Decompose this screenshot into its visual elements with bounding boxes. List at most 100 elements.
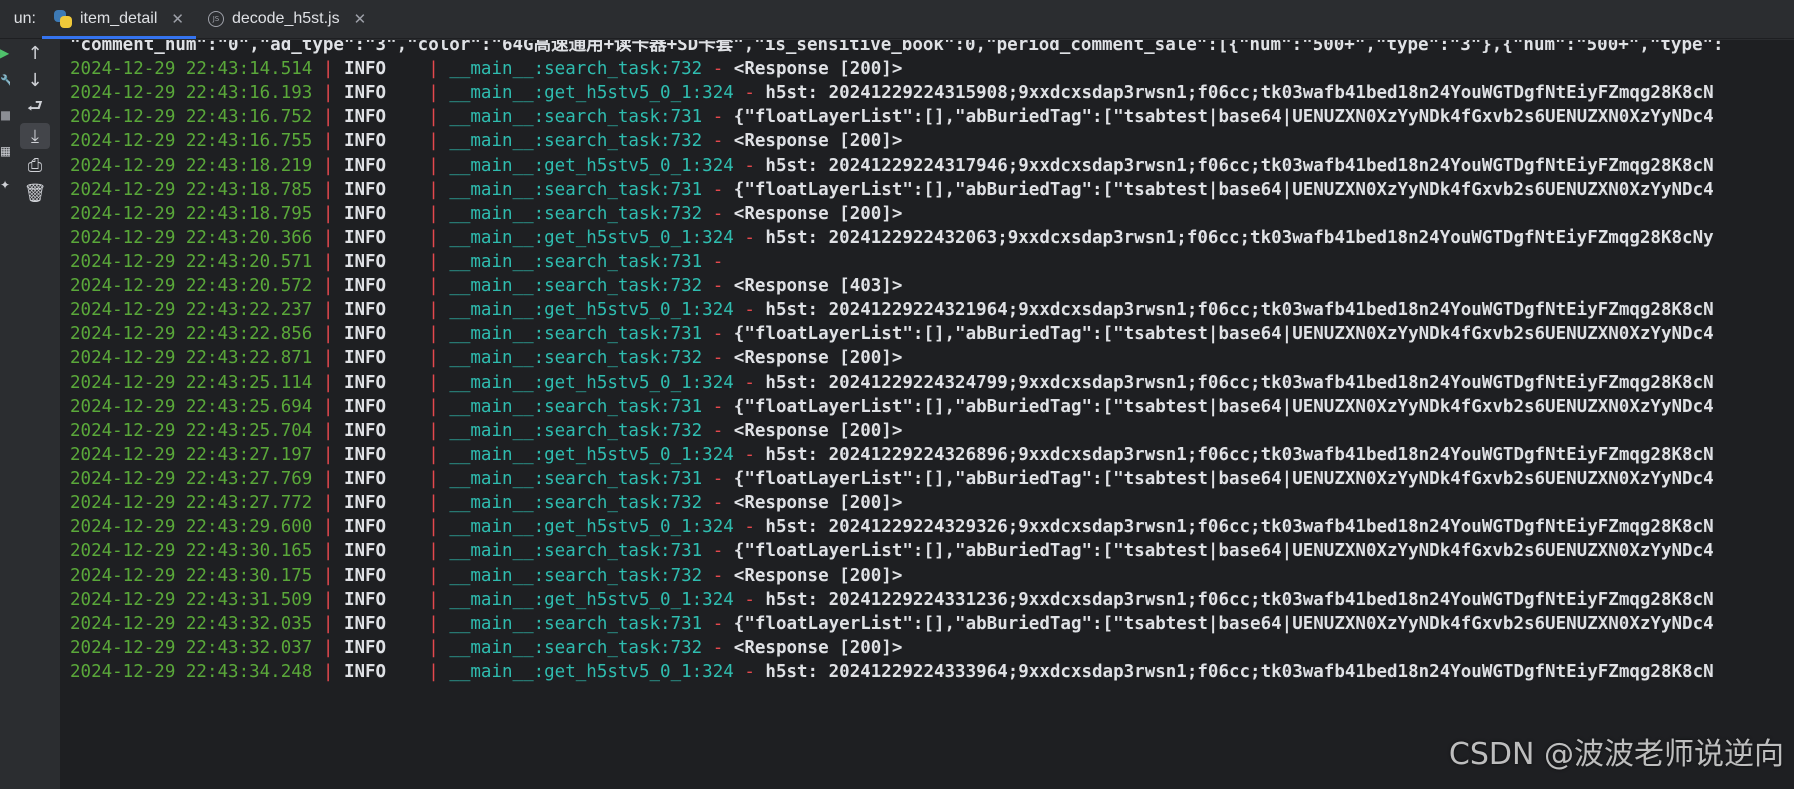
- rerun-icon[interactable]: ▶: [0, 46, 10, 60]
- log-separator: |: [386, 372, 450, 393]
- log-separator: |: [386, 179, 450, 200]
- log-level: INFO: [343, 517, 387, 538]
- close-icon[interactable]: ✕: [354, 10, 367, 28]
- log-message: <Response [403]>: [733, 276, 903, 297]
- log-separator: |: [386, 107, 450, 128]
- log-line: 2024-12-29 22:43:32.035 | INFO | __main_…: [70, 611, 1714, 638]
- log-message: {"floatLayerList":[],"abBuriedTag":["tsa…: [733, 324, 1714, 345]
- log-module: __main__:get_h5stv5_0_1:324: [449, 372, 734, 393]
- log-message: <Response [200]>: [733, 420, 903, 441]
- log-separator: |: [312, 155, 344, 176]
- log-line: 2024-12-29 22:43:25.114 | INFO | __main_…: [70, 370, 1714, 397]
- log-dash: -: [702, 59, 734, 79]
- log-level: INFO: [343, 662, 387, 682]
- log-separator: |: [386, 541, 450, 562]
- log-timestamp: 2024-12-29 22:43:25.694: [70, 396, 313, 417]
- log-message: h5st: 20241229224326896;9xxdcxsdap3rwsn1…: [765, 444, 1714, 465]
- soft-wrap-icon[interactable]: ⮐: [20, 96, 50, 122]
- log-timestamp: 2024-12-29 22:43:14.514: [70, 59, 313, 79]
- log-message: <Response [200]>: [733, 203, 903, 224]
- log-separator: |: [312, 203, 344, 224]
- log-separator: |: [312, 83, 344, 104]
- log-message: h5st: 20241229224333964;9xxdcxsdap3rwsn1…: [765, 662, 1714, 682]
- run-tab-bar: un: item_detail ✕ JS decode_h5st.js ✕: [0, 0, 1794, 39]
- log-level: INFO: [343, 83, 387, 104]
- log-dash: -: [702, 107, 734, 128]
- log-separator: |: [386, 59, 450, 79]
- log-separator: |: [386, 83, 450, 104]
- log-line: 2024-12-29 22:43:18.785 | INFO | __main_…: [70, 177, 1714, 204]
- console-output[interactable]: "comment_num":"0","ad_type":"3","color":…: [60, 40, 1794, 789]
- log-dash: -: [733, 372, 766, 393]
- log-dash: -: [702, 324, 734, 345]
- log-module: __main__:get_h5stv5_0_1:324: [449, 227, 734, 248]
- log-separator: |: [386, 252, 450, 272]
- log-module: __main__:search_task:732: [449, 420, 703, 441]
- log-dash: -: [702, 613, 734, 634]
- log-separator: |: [386, 155, 450, 176]
- log-timestamp: 2024-12-29 22:43:18.785: [70, 179, 313, 200]
- log-separator: |: [312, 131, 344, 152]
- scroll-to-end-icon[interactable]: ⤓: [20, 123, 50, 149]
- python-file-icon: [54, 10, 72, 28]
- close-icon[interactable]: ✕: [171, 10, 184, 28]
- log-timestamp: 2024-12-29 22:43:22.237: [70, 300, 313, 321]
- log-separator: |: [386, 469, 450, 489]
- tab-decode-h5st[interactable]: JS decode_h5st.js ✕: [196, 0, 378, 38]
- log-separator: |: [312, 541, 344, 562]
- pin-icon[interactable]: ✦: [0, 178, 10, 192]
- stop-icon[interactable]: ■: [0, 108, 10, 122]
- tab-item-detail[interactable]: item_detail ✕: [42, 0, 196, 39]
- watermark: CSDN @波波老师说逆向: [1448, 737, 1784, 772]
- log-message: {"floatLayerList":[],"abBuriedTag":["tsa…: [733, 396, 1714, 417]
- log-message: <Response [200]>: [733, 637, 903, 658]
- log-separator: |: [386, 637, 450, 658]
- log-message: <Response [200]>: [733, 493, 903, 514]
- log-dash: -: [733, 662, 766, 682]
- scroll-down-icon[interactable]: ↓: [20, 67, 50, 93]
- log-dash: -: [702, 493, 734, 514]
- trash-icon[interactable]: 🗑: [20, 180, 50, 206]
- log-module: __main__:get_h5stv5_0_1:324: [449, 300, 734, 321]
- log-separator: |: [386, 589, 450, 610]
- log-module: __main__:get_h5stv5_0_1:324: [449, 83, 734, 104]
- log-separator: |: [312, 613, 344, 634]
- log-module: __main__:get_h5stv5_0_1:324: [449, 155, 734, 176]
- log-separator: |: [386, 203, 450, 224]
- javascript-file-icon: JS: [207, 11, 224, 27]
- log-level: INFO: [343, 613, 387, 634]
- log-line: 2024-12-29 22:43:22.856 | INFO | __main_…: [70, 321, 1714, 348]
- log-module: __main__:search_task:731: [449, 541, 703, 562]
- log-separator: |: [386, 444, 450, 465]
- log-timestamp: 2024-12-29 22:43:18.219: [70, 155, 313, 176]
- log-timestamp: 2024-12-29 22:43:32.035: [70, 613, 313, 634]
- log-timestamp: 2024-12-29 22:43:16.755: [70, 131, 313, 152]
- log-line: 2024-12-29 22:43:30.165 | INFO | __main_…: [70, 538, 1714, 565]
- log-module: __main__:search_task:732: [449, 203, 703, 224]
- log-separator: |: [386, 517, 450, 538]
- print-icon[interactable]: ⎙: [20, 152, 50, 178]
- layout-icon[interactable]: ▦: [0, 144, 10, 158]
- scroll-up-icon[interactable]: ↑: [20, 40, 50, 66]
- log-timestamp: 2024-12-29 22:43:20.366: [70, 227, 313, 248]
- log-separator: |: [312, 179, 344, 200]
- wrench-icon[interactable]: 🔧: [0, 74, 10, 88]
- log-line: 2024-12-29 22:43:22.237 | INFO | __main_…: [70, 297, 1714, 324]
- log-line: 2024-12-29 22:43:16.193 | INFO | __main_…: [70, 80, 1714, 107]
- log-timestamp: 2024-12-29 22:43:30.175: [70, 565, 313, 586]
- log-level: INFO: [343, 348, 387, 369]
- log-separator: |: [312, 348, 344, 369]
- log-level: INFO: [343, 276, 387, 297]
- log-timestamp: 2024-12-29 22:43:25.704: [70, 420, 313, 441]
- log-line: 2024-12-29 22:43:27.769 | INFO | __main_…: [70, 466, 1714, 493]
- log-separator: |: [386, 131, 450, 152]
- log-separator: |: [386, 613, 450, 634]
- log-separator: |: [312, 469, 344, 489]
- log-module: __main__:search_task:732: [449, 131, 703, 152]
- log-dash: -: [702, 396, 734, 417]
- log-module: __main__:get_h5stv5_0_1:324: [449, 662, 734, 682]
- log-timestamp: 2024-12-29 22:43:18.795: [70, 203, 313, 224]
- log-separator: |: [386, 227, 450, 248]
- log-timestamp: 2024-12-29 22:43:16.752: [70, 107, 313, 128]
- log-timestamp: 2024-12-29 22:43:32.037: [70, 637, 313, 658]
